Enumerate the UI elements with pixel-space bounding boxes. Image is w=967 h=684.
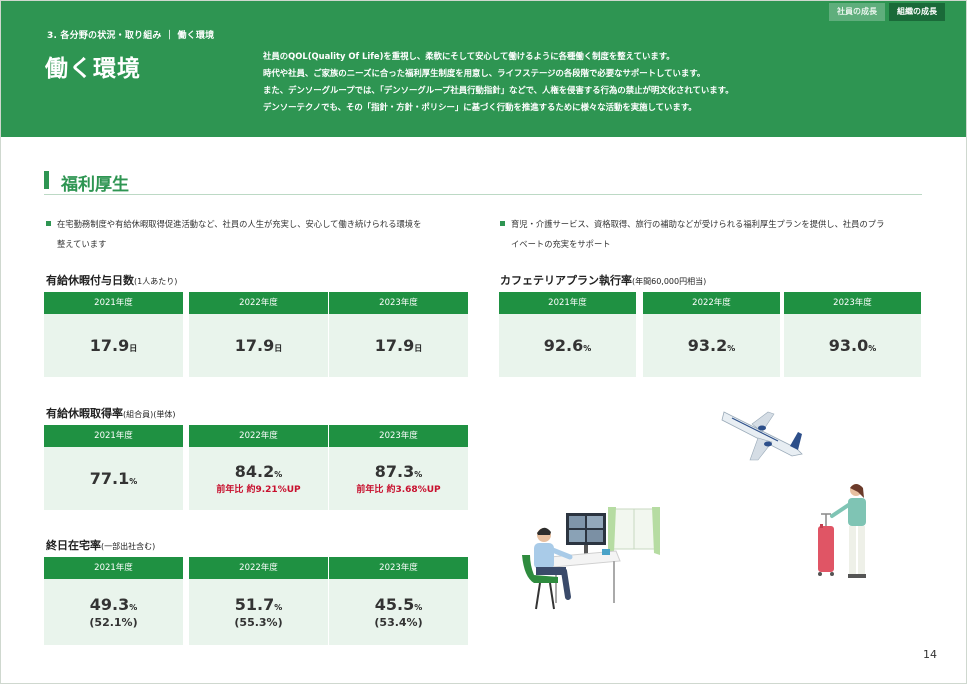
metric-card: 2022年度 93.2% bbox=[643, 292, 780, 377]
bullet-left: 在宅勤務制度や有給休暇取得促進活動など、社員の人生が充実し、安心して働き続けられ… bbox=[46, 214, 476, 254]
tab-organization-growth[interactable]: 組織の成長 bbox=[889, 3, 945, 21]
section-title-bar bbox=[44, 171, 49, 189]
metric-card: 2023年度 87.3% 前年比 約3.68%UP bbox=[329, 425, 468, 510]
card-year: 2023年度 bbox=[329, 425, 468, 447]
metric-title-paid-leave-days: 有給休暇付与日数(1人あたり) bbox=[46, 274, 178, 287]
airplane-illustration bbox=[721, 411, 803, 461]
card-secondary-value: (52.1%) bbox=[89, 616, 138, 629]
card-value: 51.7 bbox=[234, 595, 275, 614]
card-unit: % bbox=[583, 344, 592, 353]
card-unit: % bbox=[727, 344, 736, 353]
card-year: 2021年度 bbox=[44, 557, 183, 579]
traveler-illustration bbox=[818, 484, 866, 578]
section-breadcrumb: 3. 各分野の状況・取り組み ｜ 働く環境 bbox=[47, 31, 215, 41]
metric-title-remote-work: 終日在宅率(一部出社含む) bbox=[46, 539, 156, 552]
card-year: 2022年度 bbox=[643, 292, 780, 314]
card-body: 49.3% (52.1%) bbox=[44, 579, 183, 645]
card-value: 17.9 bbox=[374, 336, 415, 355]
intro-line: また、デンソーグループでは、「デンソーグループ社員行動指針」などで、人権を侵害す… bbox=[263, 85, 734, 95]
intro-line: デンソーテクノでも、その「指針・方針・ポリシー」に基づく行動を推進するために様々… bbox=[263, 102, 697, 112]
card-body: 17.9日 bbox=[44, 314, 183, 377]
metric-card: 2023年度 93.0% bbox=[784, 292, 921, 377]
metric-title-cafeteria-plan: カフェテリアプラン執行率(年間60,000円相当) bbox=[500, 274, 707, 287]
bullet-marker bbox=[500, 221, 505, 226]
card-change-note: 前年比 約3.68%UP bbox=[356, 485, 441, 495]
card-unit: 日 bbox=[274, 344, 283, 353]
card-value: 45.5 bbox=[374, 595, 415, 614]
card-body: 93.2% bbox=[643, 314, 780, 377]
bullet-right: 育児・介護サービス、資格取得、旅行の補助などが受けられる福利厚生プランを提供し、… bbox=[500, 214, 930, 254]
card-secondary-value: (53.4%) bbox=[374, 616, 423, 629]
metric-card: 2023年度 17.9日 bbox=[329, 292, 468, 377]
card-year: 2021年度 bbox=[44, 425, 183, 447]
card-unit: % bbox=[129, 477, 138, 486]
card-body: 93.0% bbox=[784, 314, 921, 377]
card-unit: % bbox=[414, 603, 423, 612]
card-value: 17.9 bbox=[234, 336, 275, 355]
card-unit: % bbox=[274, 470, 283, 479]
bullet-text: 育児・介護サービス、資格取得、旅行の補助などが受けられる福利厚生プランを提供し、… bbox=[511, 219, 885, 229]
card-value: 49.3 bbox=[89, 595, 130, 614]
metric-card: 2021年度 77.1% bbox=[44, 425, 183, 510]
card-unit: 日 bbox=[129, 344, 138, 353]
intro-line: 時代や社員、ご家族のニーズに合った福利厚生制度を用意し、ライフステージの各段階で… bbox=[263, 68, 706, 78]
metric-card: 2021年度 49.3% (52.1%) bbox=[44, 557, 183, 645]
card-body: 92.6% bbox=[499, 314, 636, 377]
card-year: 2022年度 bbox=[189, 425, 328, 447]
card-value: 92.6 bbox=[543, 336, 584, 355]
card-value: 17.9 bbox=[89, 336, 130, 355]
metric-card: 2022年度 51.7% (55.3%) bbox=[189, 557, 328, 645]
card-year: 2021年度 bbox=[499, 292, 636, 314]
card-value: 87.3 bbox=[374, 462, 415, 481]
card-body: 51.7% (55.3%) bbox=[189, 579, 328, 645]
card-year: 2023年度 bbox=[329, 557, 468, 579]
metric-card: 2021年度 17.9日 bbox=[44, 292, 183, 377]
card-body: 45.5% (53.4%) bbox=[329, 579, 468, 645]
page-header: 3. 各分野の状況・取り組み ｜ 働く環境 働く環境 社員のQOL(Qualit… bbox=[1, 1, 966, 137]
card-body: 17.9日 bbox=[329, 314, 468, 377]
card-body: 17.9日 bbox=[189, 314, 328, 377]
section-tabs: 社員の成長 組織の成長 bbox=[829, 3, 945, 21]
bullet-marker bbox=[46, 221, 51, 226]
card-unit: % bbox=[274, 603, 283, 612]
page-number: 14 bbox=[923, 648, 937, 661]
metric-card: 2021年度 92.6% bbox=[499, 292, 636, 377]
card-secondary-value: (55.3%) bbox=[234, 616, 283, 629]
metric-card: 2022年度 17.9日 bbox=[189, 292, 328, 377]
section-title-text: 福利厚生 bbox=[61, 175, 129, 195]
bullet-text: イベートの充実をサポート bbox=[511, 239, 611, 249]
card-body: 84.2% 前年比 約9.21%UP bbox=[189, 447, 328, 510]
card-unit: 日 bbox=[414, 344, 423, 353]
card-year: 2022年度 bbox=[189, 292, 328, 314]
bullet-text: 在宅勤務制度や有給休暇取得促進活動など、社員の人生が充実し、安心して働き続けられ… bbox=[57, 219, 422, 229]
intro-text: 社員のQOL(Quality Of Life)を重視し、柔軟にそして安心して働け… bbox=[263, 48, 923, 116]
metric-title-paid-leave-rate: 有給休暇取得率(組合員)(単体) bbox=[46, 407, 176, 420]
bullet-text: 整えています bbox=[57, 239, 107, 249]
card-body: 77.1% bbox=[44, 447, 183, 510]
card-value: 93.2 bbox=[687, 336, 728, 355]
card-year: 2023年度 bbox=[329, 292, 468, 314]
intro-line: 社員のQOL(Quality Of Life)を重視し、柔軟にそして安心して働け… bbox=[263, 51, 675, 61]
card-unit: % bbox=[868, 344, 877, 353]
card-value: 77.1 bbox=[89, 469, 130, 488]
card-unit: % bbox=[129, 603, 138, 612]
card-unit: % bbox=[414, 470, 423, 479]
page-title: 働く環境 bbox=[45, 56, 141, 82]
metric-card: 2022年度 84.2% 前年比 約9.21%UP bbox=[189, 425, 328, 510]
card-value: 84.2 bbox=[234, 462, 275, 481]
card-value: 93.0 bbox=[828, 336, 869, 355]
metric-card: 2023年度 45.5% (53.4%) bbox=[329, 557, 468, 645]
card-year: 2021年度 bbox=[44, 292, 183, 314]
card-change-note: 前年比 約9.21%UP bbox=[216, 485, 301, 495]
card-year: 2022年度 bbox=[189, 557, 328, 579]
remote-worker-illustration bbox=[522, 507, 660, 610]
section-title: 福利厚生 bbox=[44, 170, 922, 195]
tab-employee-growth[interactable]: 社員の成長 bbox=[829, 3, 885, 21]
card-body: 87.3% 前年比 約3.68%UP bbox=[329, 447, 468, 510]
card-year: 2023年度 bbox=[784, 292, 921, 314]
